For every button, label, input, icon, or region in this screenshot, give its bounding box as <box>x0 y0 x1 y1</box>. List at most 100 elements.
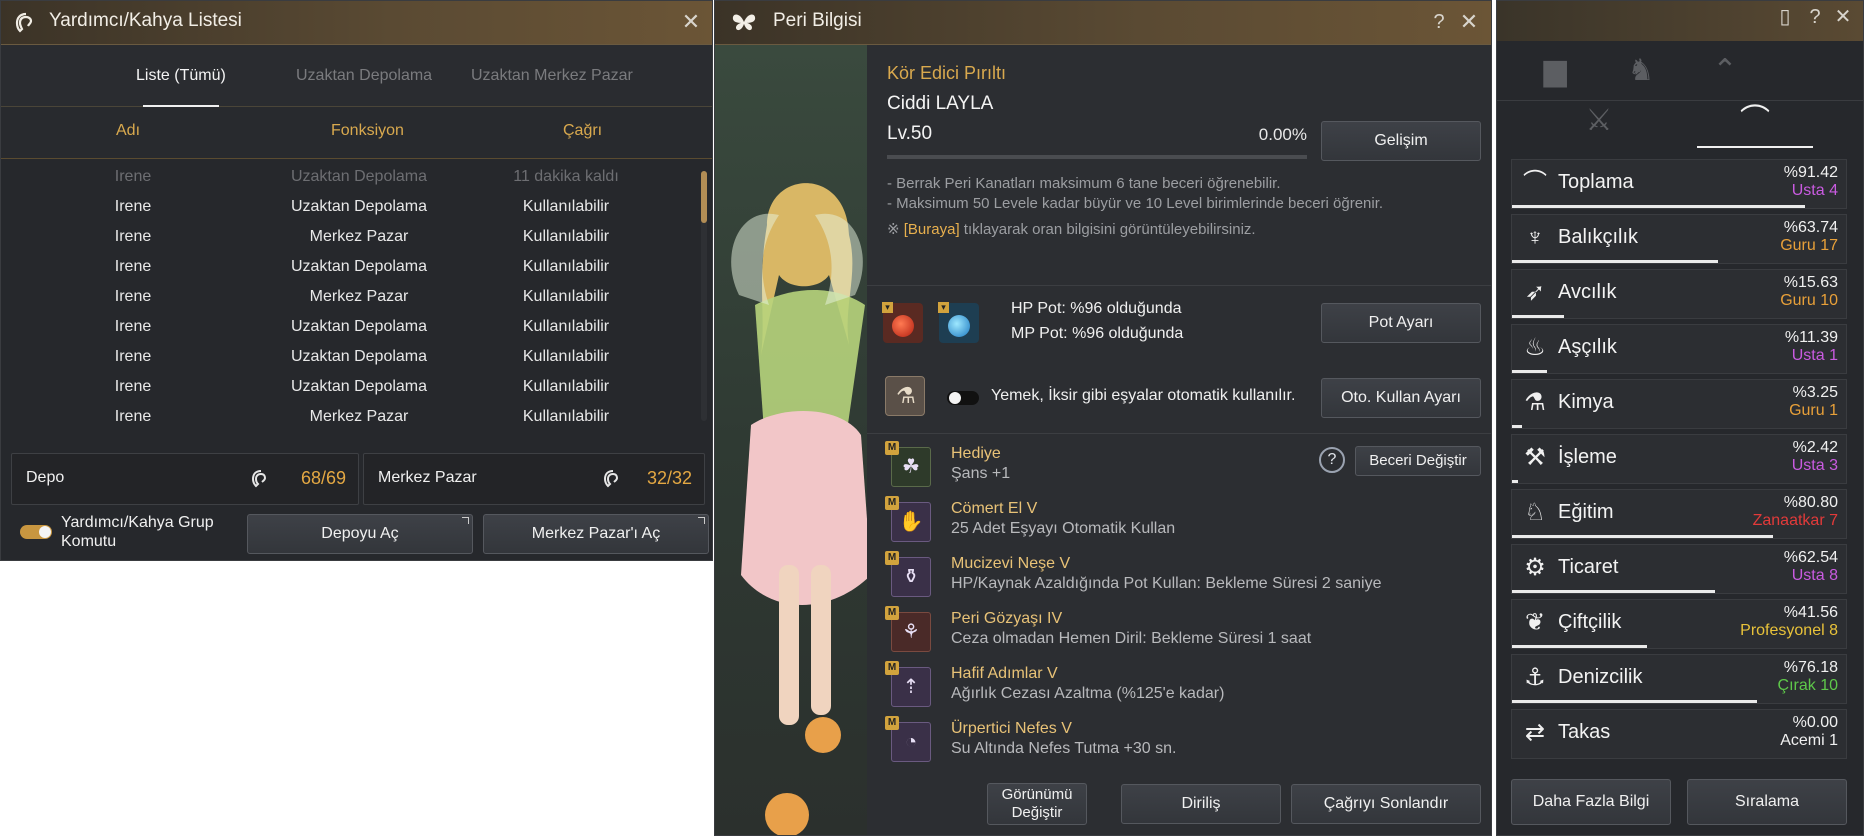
life-skill-percent: %3.25 <box>1792 384 1838 401</box>
column-function[interactable]: Fonksiyon <box>331 122 404 140</box>
auto-use-settings-button[interactable]: Oto. Kullan Ayarı <box>1321 378 1481 418</box>
horse-icon[interactable]: ♞ <box>1623 53 1659 89</box>
life-skill-item[interactable]: ⇄ Takas %0.00 Acemi 1 <box>1511 709 1847 759</box>
life-skill-percent: %62.54 <box>1783 549 1838 566</box>
ranking-button[interactable]: Sıralama <box>1687 779 1847 825</box>
note-line: - Maksimum 50 Levele kadar büyür ve 10 L… <box>887 195 1384 212</box>
life-titlebar[interactable]: ▯ ? ✕ <box>1497 1 1863 41</box>
table-row[interactable]: Irene Merkez Pazar Kullanılabilir <box>1 403 701 433</box>
help-icon[interactable]: ? <box>1803 5 1827 29</box>
group-command-toggle[interactable] <box>20 525 52 539</box>
life-skill-name: Denizcilik <box>1558 666 1643 688</box>
life-skill-rank: Usta 8 <box>1791 567 1838 584</box>
skill-badge: M <box>885 606 899 620</box>
gathering-tab-icon[interactable]: ⌒ <box>1737 103 1773 139</box>
open-storage-button[interactable]: Depoyu Aç <box>247 514 473 554</box>
end-summon-button[interactable]: Çağrıyı Sonlandır <box>1291 784 1481 824</box>
storage-label: Depo <box>26 469 65 486</box>
life-skill-name: Avcılık <box>1558 281 1617 303</box>
maid-titlebar[interactable]: Yardımcı/Kahya Listesi ✕ <box>1 1 712 45</box>
life-skill-progress-bar <box>1512 315 1564 318</box>
life-skill-item[interactable]: ⚒ İşleme %2.42 Usta 3 <box>1511 434 1847 484</box>
table-row[interactable]: Irene Uzaktan Depolama Kullanılabilir <box>1 193 701 223</box>
skill-name: Ürpertici Nefes V <box>951 720 1072 737</box>
life-skill-item[interactable]: ♆ Balıkçılık %63.74 Guru 17 <box>1511 214 1847 264</box>
change-skill-button[interactable]: Beceri Değiştir <box>1355 446 1481 476</box>
life-skill-item[interactable]: ❦ Çiftçilik %41.56 Profesyonel 8 <box>1511 599 1847 649</box>
divider <box>867 433 1491 434</box>
life-skill-item[interactable]: ⌒ Toplama %91.42 Usta 4 <box>1511 159 1847 209</box>
maid-list-scrollbar[interactable] <box>701 171 707 421</box>
life-skill-item[interactable]: ⚓ Denizcilik %76.18 Çırak 10 <box>1511 654 1847 704</box>
open-market-button[interactable]: Merkez Pazar'ı Aç <box>483 514 709 554</box>
skill-name: Hafif Adımlar V <box>951 665 1058 682</box>
life-skill-item[interactable]: ⚙ Ticaret %62.54 Usta 8 <box>1511 544 1847 594</box>
open-storage-label: Depoyu Aç <box>321 525 399 542</box>
column-call[interactable]: Çağrı <box>563 122 602 140</box>
maid-icon <box>251 470 267 488</box>
skill-name: Cömert El V <box>951 500 1038 517</box>
scrollbar-thumb[interactable] <box>701 171 707 223</box>
more-info-button[interactable]: Daha Fazla Bilgi <box>1511 779 1671 825</box>
toggle-knob <box>949 392 961 404</box>
skill-desc: Ağırlık Cezası Azaltma (%125'e kadar) <box>951 685 1225 702</box>
life-skill-item[interactable]: ♘ Eğitim %80.80 Zanaatkar 7 <box>1511 489 1847 539</box>
life-skill-percent: %91.42 <box>1783 164 1838 181</box>
pot-settings-button[interactable]: Pot Ayarı <box>1321 303 1481 343</box>
life-skill-percent: %63.74 <box>1783 219 1838 236</box>
row-function: Merkez Pazar <box>309 408 409 425</box>
auto-use-text: Yemek, İksir gibi eşyalar otomatik kulla… <box>991 387 1296 404</box>
help-icon[interactable]: ? <box>1427 10 1451 34</box>
skill-desc: Su Altında Nefes Tutma +30 sn. <box>951 740 1177 757</box>
row-function: Merkez Pazar <box>309 228 409 245</box>
hunting-icon: ➶ <box>1524 279 1546 306</box>
market-count-box: Merkez Pazar 32/32 <box>363 453 705 505</box>
toggle-knob <box>39 526 51 538</box>
life-skill-rank: Usta 3 <box>1791 457 1838 474</box>
change-look-button[interactable]: Görünümü Değiştir <box>987 783 1087 825</box>
row-function: Uzaktan Depolama <box>290 258 428 275</box>
growth-button[interactable]: Gelişim <box>1321 121 1481 161</box>
close-icon[interactable]: ✕ <box>1831 5 1855 29</box>
sailing-icon: ⚓ <box>1524 664 1546 691</box>
fairy-type: Kör Edici Pırıltı <box>887 63 1007 83</box>
life-skill-rank: Profesyonel 8 <box>1740 622 1838 639</box>
fairy-details-panel <box>867 45 1491 835</box>
close-icon[interactable]: ✕ <box>679 10 703 34</box>
life-skill-percent: %11.39 <box>1784 329 1838 346</box>
tab-remote-market[interactable]: Uzaktan Merkez Pazar <box>471 67 633 85</box>
life-skill-name: Kimya <box>1558 391 1614 413</box>
rank-up-icon[interactable]: ⌃ <box>1707 53 1743 89</box>
life-skill-item[interactable]: ♨ Aşçılık %11.39 Usta 1 <box>1511 324 1847 374</box>
auto-use-toggle[interactable] <box>947 391 979 405</box>
close-icon[interactable]: ✕ <box>1457 10 1481 34</box>
revive-button[interactable]: Diriliş <box>1121 784 1281 824</box>
table-row[interactable]: Irene Uzaktan Depolama Kullanılabilir <box>1 253 701 283</box>
table-row[interactable]: Irene Uzaktan Depolama Kullanılabilir <box>1 313 701 343</box>
popout-icon <box>462 517 469 524</box>
row-function: Uzaktan Depolama <box>290 168 428 185</box>
table-row[interactable]: Irene Uzaktan Depolama Kullanılabilir <box>1 343 701 373</box>
flask-icon: ⚗ <box>896 383 916 408</box>
rate-info-link[interactable]: [Buraya] <box>904 221 960 238</box>
life-skill-item[interactable]: ➶ Avcılık %15.63 Guru 10 <box>1511 269 1847 319</box>
auto-use-icon: ⚗ <box>885 376 925 416</box>
table-row[interactable]: Irene Merkez Pazar Kullanılabilir <box>1 283 701 313</box>
table-row[interactable]: Irene Merkez Pazar Kullanılabilir <box>1 223 701 253</box>
tab-list-all[interactable]: Liste (Tümü) <box>136 67 226 85</box>
life-skill-name: Ticaret <box>1558 556 1619 578</box>
table-row[interactable]: Irene Uzaktan Depolama Kullanılabilir <box>1 373 701 403</box>
stats-icon[interactable]: ▆ <box>1537 53 1573 89</box>
tab-remote-storage[interactable]: Uzaktan Depolama <box>296 67 432 85</box>
column-name[interactable]: Adı <box>116 122 140 140</box>
document-icon[interactable]: ▯ <box>1773 5 1797 29</box>
life-skill-progress-bar <box>1512 425 1522 428</box>
crossed-swords-icon[interactable]: ⚔ <box>1581 103 1617 139</box>
fairy-titlebar[interactable]: Peri Bilgisi ? ✕ <box>715 1 1491 45</box>
table-row[interactable]: Irene Uzaktan Depolama 11 dakika kaldı <box>1 163 701 193</box>
maid-tabs: Liste (Tümü) Uzaktan Depolama Uzaktan Me… <box>1 45 712 107</box>
market-label: Merkez Pazar <box>378 469 477 486</box>
mp-potion-icon: ▾ <box>938 302 979 343</box>
life-skill-item[interactable]: ⚗ Kimya %3.25 Guru 1 <box>1511 379 1847 429</box>
skill-help-icon[interactable]: ? <box>1319 447 1345 473</box>
